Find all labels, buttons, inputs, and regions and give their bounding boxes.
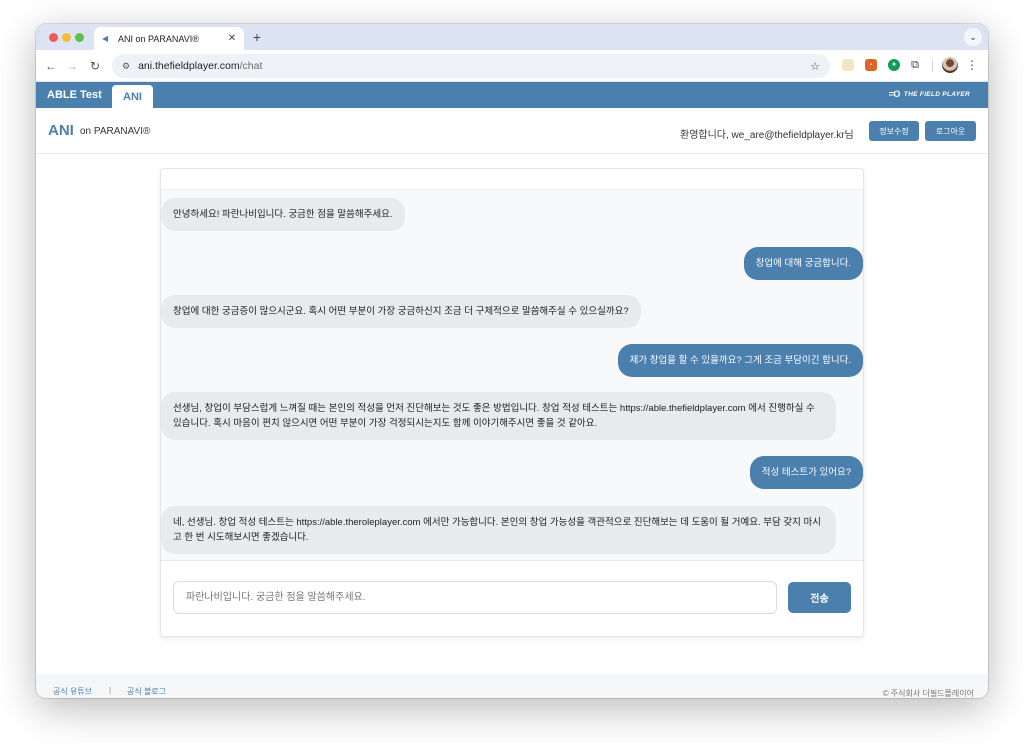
minimize-window-button[interactable]	[62, 33, 71, 42]
bookmark-star-icon[interactable]: ☆	[810, 60, 820, 73]
site-info-icon[interactable]: ⚙	[122, 61, 130, 72]
chat-message-bot: 선생님, 창업이 부담스럽게 느껴질 때는 본인의 적성을 먼저 진단해보는 것…	[161, 392, 836, 440]
close-window-button[interactable]	[49, 33, 58, 42]
footer-link-blog[interactable]: 공식 블로그	[127, 686, 166, 697]
footer-link-youtube[interactable]: 공식 유튜브	[53, 686, 92, 697]
tab-ani[interactable]: ANI	[112, 85, 153, 108]
browser-tab-active[interactable]: ◀ ANI on PARANAVI® ✕	[94, 27, 244, 50]
url-path: /chat	[239, 60, 263, 72]
browser-tab-strip: ◀ ANI on PARANAVI® ✕ + ⌄	[36, 24, 988, 50]
chat-message-list: 안녕하세요! 파란나비입니다. 궁금한 점을 말씀해주세요. 창업에 대해 궁금…	[161, 189, 863, 561]
extensions-icon[interactable]: ⧉	[909, 59, 921, 71]
browser-window: ◀ ANI on PARANAVI® ✕ + ⌄ ← → ↻ ⚙ ani.the…	[36, 24, 988, 698]
new-tab-button[interactable]: +	[249, 29, 265, 45]
chat-message-bot: 안녕하세요! 파란나비입니다. 궁금한 점을 말씀해주세요.	[161, 198, 405, 231]
browser-toolbar: ← → ↻ ⚙ ani.thefieldplayer.com/chat ☆ ▪ …	[36, 50, 988, 82]
chat-panel: 안녕하세요! 파란나비입니다. 궁금한 점을 말씀해주세요. 창업에 대해 궁금…	[160, 168, 864, 637]
screenshot-stage: ◀ ANI on PARANAVI® ✕ + ⌄ ← → ↻ ⚙ ani.the…	[0, 0, 1024, 745]
logout-button[interactable]: 로그아웃	[925, 121, 976, 141]
page-footer: 공식 유튜브 | 공식 블로그 © 주식회사 더필드플레이어	[36, 674, 988, 698]
chat-message-bot: 창업에 대한 궁금증이 많으시군요. 혹시 어떤 부분이 가장 궁금하신지 조금…	[161, 295, 641, 328]
extension-icon-3[interactable]: ●	[888, 59, 900, 71]
brand-text: THE FIELD PLAYER	[903, 90, 970, 98]
footer-separator: |	[109, 686, 112, 695]
address-bar[interactable]: ⚙ ani.thefieldplayer.com/chat ☆	[112, 54, 830, 78]
chat-message-bot: 네, 선생님. 창업 적성 테스트는 https://able.therolep…	[161, 506, 836, 554]
edit-profile-button[interactable]: 정보수정	[869, 121, 919, 141]
ani-logo[interactable]: ANI	[48, 122, 74, 139]
tab-able-test[interactable]: ABLE Test	[47, 82, 102, 108]
brand-mark-icon: =O	[888, 89, 901, 99]
back-icon[interactable]: ←	[42, 57, 60, 75]
address-url[interactable]: ani.thefieldplayer.com/chat	[138, 60, 810, 72]
extension-icon-2[interactable]: ▪	[865, 59, 877, 71]
toolbar-divider	[932, 60, 933, 72]
chat-message-user: 제가 창업을 할 수 있을까요? 그게 조금 부담이긴 합니다.	[617, 344, 863, 377]
logo-subtitle: on PARANAVI®	[80, 126, 151, 137]
welcome-message: 환영합니다, we_are@thefieldplayer.kr님	[680, 130, 854, 141]
close-tab-icon[interactable]: ✕	[226, 33, 238, 44]
favicon-icon: ◀	[102, 33, 109, 43]
send-button[interactable]: 전송	[788, 582, 851, 613]
maximize-window-button[interactable]	[75, 33, 84, 42]
chat-message-user: 창업에 대해 궁금합니다.	[743, 247, 863, 280]
extension-icon-1[interactable]	[842, 59, 854, 71]
menu-icon[interactable]: ⋮	[966, 58, 978, 72]
app-top-bar: ABLE Test ANI =O THE FIELD PLAYER	[36, 82, 988, 108]
chat-message-user: 적성 테스트가 있어요?	[749, 456, 863, 489]
main-content: 안녕하세요! 파란나비입니다. 궁금한 점을 말씀해주세요. 창업에 대해 궁금…	[36, 154, 988, 674]
brand-logo: =O THE FIELD PLAYER	[889, 89, 970, 99]
tab-search-icon[interactable]: ⌄	[964, 28, 982, 46]
forward-icon[interactable]: →	[63, 57, 81, 75]
footer-copyright: © 주식회사 더필드플레이어	[882, 689, 974, 698]
browser-tab-title: ANI on PARANAVI®	[118, 33, 199, 44]
chat-input[interactable]	[173, 581, 777, 614]
reload-icon[interactable]: ↻	[86, 57, 104, 75]
page-header: ANI on PARANAVI® 환영합니다, we_are@thefieldp…	[36, 108, 988, 154]
url-host: ani.thefieldplayer.com	[138, 60, 240, 72]
profile-avatar[interactable]	[942, 57, 958, 73]
